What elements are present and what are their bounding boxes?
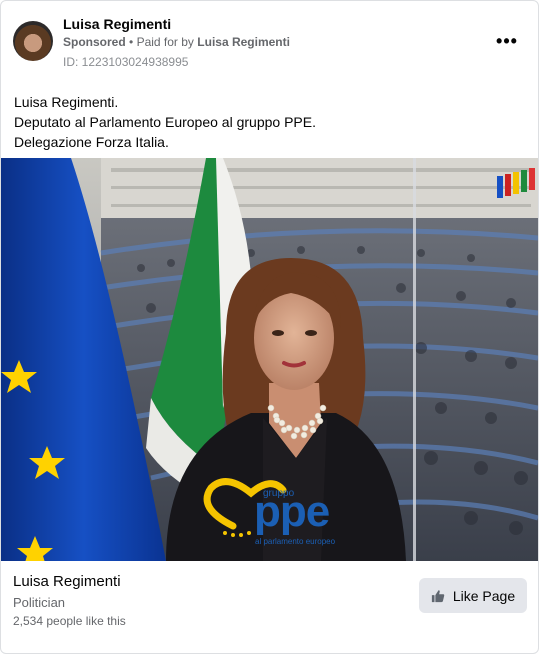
- post-image[interactable]: gruppo ppe al parlamento europeo: [1, 158, 538, 561]
- thumbs-up-icon: [431, 589, 445, 602]
- sponsored-label[interactable]: Sponsored: [63, 35, 126, 49]
- paid-for-label: Paid for by: [136, 35, 194, 49]
- paid-for-name[interactable]: Luisa Regimenti: [197, 35, 290, 49]
- ad-id: ID: 1223103024938995: [63, 55, 189, 69]
- sponsored-post-card: Luisa Regimenti Sponsored • Paid for by …: [0, 0, 539, 654]
- ppe-logo-caption: al parlamento europeo: [255, 537, 336, 546]
- post-text-line: Deputato al Parlamento Europeo al gruppo…: [14, 114, 316, 130]
- more-options-button[interactable]: •••: [493, 29, 521, 53]
- page-category: Politician: [13, 595, 66, 610]
- author-avatar[interactable]: [13, 21, 53, 61]
- post-header: Luisa Regimenti Sponsored • Paid for by …: [1, 1, 538, 81]
- post-text: Luisa Regimenti. Deputato al Parlamento …: [14, 92, 524, 152]
- page-footer: Luisa Regimenti Politician 2,534 people …: [1, 561, 538, 653]
- post-text-line: Delegazione Forza Italia.: [14, 134, 169, 150]
- page-likes-count: 2,534 people like this: [13, 614, 126, 628]
- meta-separator: •: [129, 35, 134, 49]
- author-name[interactable]: Luisa Regimenti: [63, 16, 171, 32]
- ppe-logo-text: ppe: [254, 487, 330, 536]
- more-horizontal-icon: •••: [496, 30, 518, 51]
- page-name[interactable]: Luisa Regimenti: [13, 573, 121, 590]
- like-page-label: Like Page: [452, 587, 516, 604]
- like-page-button[interactable]: Like Page: [419, 578, 527, 613]
- sponsored-line: Sponsored • Paid for by Luisa Regimenti: [63, 35, 290, 49]
- post-text-line: Luisa Regimenti.: [14, 94, 119, 110]
